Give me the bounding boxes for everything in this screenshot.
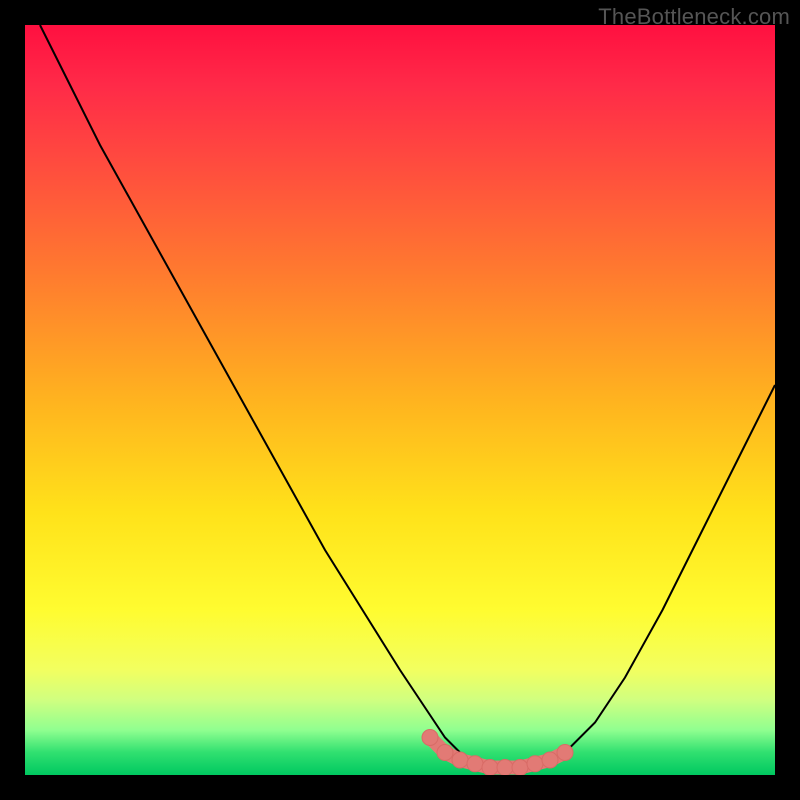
bottleneck-curve <box>40 25 775 768</box>
chart-svg <box>25 25 775 775</box>
optimal-range-marker <box>512 760 528 776</box>
optimal-range-marker <box>542 752 558 768</box>
optimal-range-marker <box>437 745 453 761</box>
optimal-range-marker <box>497 760 513 776</box>
optimal-range-marker <box>422 730 438 746</box>
optimal-range-marker <box>527 756 543 772</box>
watermark-text: TheBottleneck.com <box>598 4 790 30</box>
chart-plot-area <box>25 25 775 775</box>
optimal-range-marker <box>467 756 483 772</box>
optimal-range-marker <box>452 752 468 768</box>
optimal-range-marker <box>557 745 573 761</box>
optimal-range-marker <box>482 760 498 776</box>
chart-frame: TheBottleneck.com <box>0 0 800 800</box>
